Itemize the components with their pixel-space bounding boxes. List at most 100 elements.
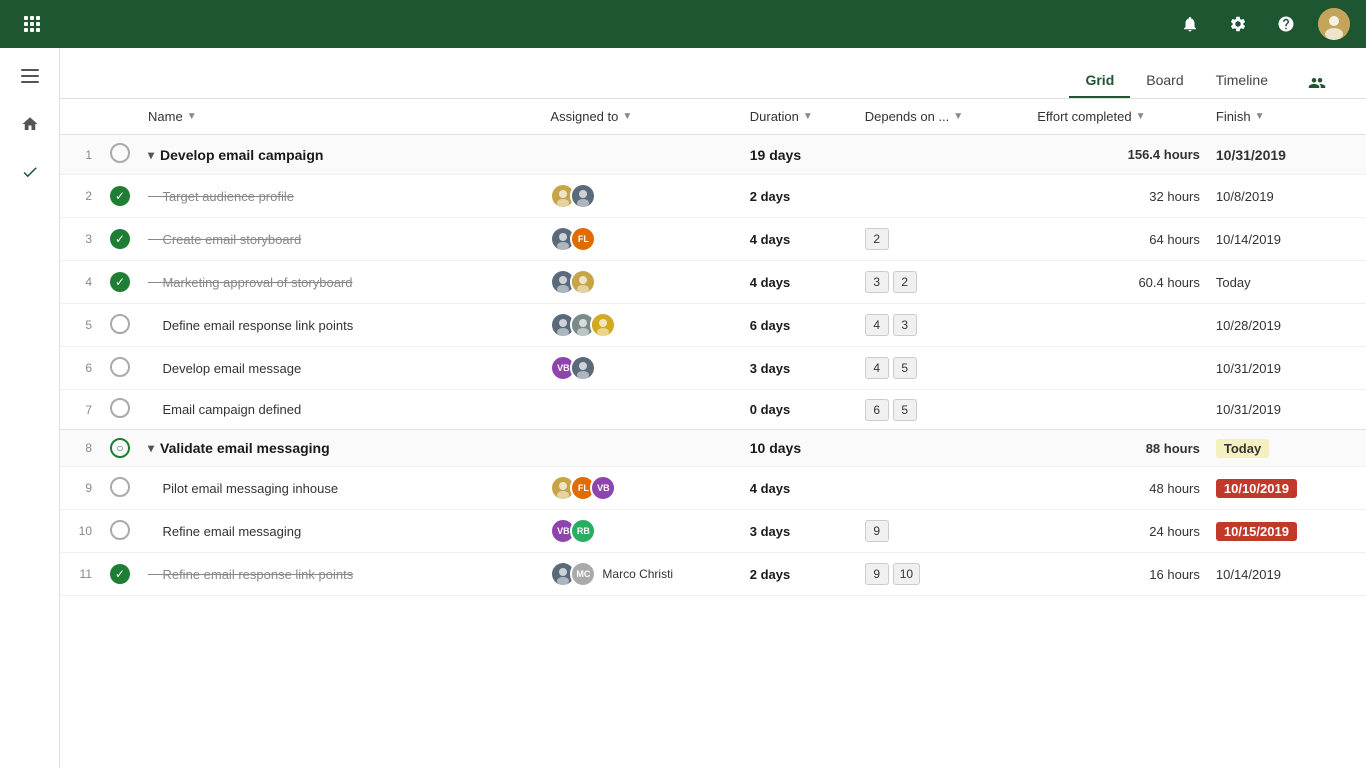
depends-badge: 10 (893, 563, 920, 585)
row-effort: 88 hours (1029, 430, 1208, 467)
view-tabs: Grid Board Timeline (1069, 64, 1284, 98)
row-finish: Today (1208, 261, 1366, 304)
row-status[interactable]: ✓ (100, 553, 140, 596)
row-name[interactable]: Create email storyboard (140, 218, 542, 261)
status-done-icon[interactable]: ✓ (110, 564, 130, 584)
group-name: ▾Validate email messaging (148, 440, 534, 456)
row-finish: 10/28/2019 (1208, 304, 1366, 347)
row-number: 4 (60, 261, 100, 304)
row-name[interactable]: Refine email response link points (140, 553, 542, 596)
row-status[interactable]: ○ (100, 430, 140, 467)
content-area: Grid Board Timeline (60, 48, 1366, 768)
settings-icon[interactable] (1222, 8, 1254, 40)
row-name[interactable]: ▾Validate email messaging (140, 430, 542, 467)
notification-icon[interactable] (1174, 8, 1206, 40)
sidebar (0, 48, 60, 768)
status-empty-icon[interactable] (110, 143, 130, 163)
row-finish: 10/10/2019 (1208, 467, 1366, 510)
effort-sort-icon[interactable]: ▼ (1136, 111, 1146, 122)
table-row[interactable]: 8○▾Validate email messaging10 days88 hou… (60, 430, 1366, 467)
depends-sort-icon[interactable]: ▼ (953, 111, 963, 122)
row-status[interactable] (100, 510, 140, 553)
row-effort: 24 hours (1029, 510, 1208, 553)
depends-badge: 5 (893, 399, 917, 421)
row-name[interactable]: ▾Develop email campaign (140, 135, 542, 175)
task-table-container: Name ▼ Assigned to ▼ Dur (60, 99, 1366, 768)
task-name: Target audience profile (148, 189, 294, 204)
status-partial-icon[interactable]: ○ (110, 438, 130, 458)
finish-overdue-badge: 10/15/2019 (1216, 522, 1297, 541)
row-name[interactable]: Target audience profile (140, 175, 542, 218)
finish-overdue-badge: 10/10/2019 (1216, 479, 1297, 498)
depends-badge: 4 (865, 314, 889, 336)
help-icon[interactable] (1270, 8, 1302, 40)
status-done-icon[interactable]: ✓ (110, 272, 130, 292)
row-depends: 910 (857, 553, 1029, 596)
name-sort-icon[interactable]: ▼ (187, 111, 197, 122)
row-status[interactable] (100, 135, 140, 175)
row-status[interactable]: ✓ (100, 261, 140, 304)
table-row[interactable]: 7 Email campaign defined0 days6510/31/20… (60, 390, 1366, 430)
row-depends (857, 467, 1029, 510)
row-effort: 60.4 hours (1029, 261, 1208, 304)
sidebar-check-icon[interactable] (10, 152, 50, 192)
row-number: 1 (60, 135, 100, 175)
table-row[interactable]: 2✓ Target audience profile2 days32 hours… (60, 175, 1366, 218)
chevron-icon[interactable]: ▾ (148, 148, 154, 162)
row-status[interactable] (100, 390, 140, 430)
row-assigned (542, 304, 741, 347)
table-row[interactable]: 11✓ Refine email response link pointsMCM… (60, 553, 1366, 596)
row-finish: 10/31/2019 (1208, 347, 1366, 390)
row-status[interactable]: ✓ (100, 218, 140, 261)
assigned-sort-icon[interactable]: ▼ (622, 111, 632, 122)
row-name[interactable]: Refine email messaging (140, 510, 542, 553)
status-done-icon[interactable]: ✓ (110, 229, 130, 249)
apps-icon[interactable] (16, 8, 48, 40)
row-name[interactable]: Develop email message (140, 347, 542, 390)
status-empty-icon[interactable] (110, 357, 130, 377)
table-row[interactable]: 1▾Develop email campaign19 days156.4 hou… (60, 135, 1366, 175)
chevron-icon[interactable]: ▾ (148, 441, 154, 455)
table-row[interactable]: 3✓ Create email storyboardFL4 days264 ho… (60, 218, 1366, 261)
col-name: Name ▼ (140, 99, 542, 135)
row-number: 5 (60, 304, 100, 347)
depends-badge: 5 (893, 357, 917, 379)
tab-grid[interactable]: Grid (1069, 64, 1130, 98)
row-status[interactable]: ✓ (100, 175, 140, 218)
row-name[interactable]: Marketing approval of storyboard (140, 261, 542, 304)
table-row[interactable]: 5 Define email response link points 6 day… (60, 304, 1366, 347)
row-duration: 4 days (742, 467, 857, 510)
table-row[interactable]: 10 Refine email messagingVBRB3 days924 h… (60, 510, 1366, 553)
row-assigned: VBRB (542, 510, 741, 553)
duration-sort-icon[interactable]: ▼ (803, 111, 813, 122)
row-status[interactable] (100, 347, 140, 390)
col-finish: Finish ▼ (1208, 99, 1366, 135)
status-empty-icon[interactable] (110, 477, 130, 497)
row-number: 9 (60, 467, 100, 510)
sidebar-home-icon[interactable] (10, 104, 50, 144)
table-row[interactable]: 6 Develop email messageVB3 days4510/31/2… (60, 347, 1366, 390)
status-empty-icon[interactable] (110, 314, 130, 334)
row-status[interactable] (100, 467, 140, 510)
tab-board[interactable]: Board (1130, 64, 1199, 98)
row-name[interactable]: Pilot email messaging inhouse (140, 467, 542, 510)
table-row[interactable]: 4✓ Marketing approval of storyboard4 day… (60, 261, 1366, 304)
col-num (60, 99, 100, 135)
row-effort: 156.4 hours (1029, 135, 1208, 175)
row-duration: 6 days (742, 304, 857, 347)
table-row[interactable]: 9 Pilot email messaging inhouseFLVB4 day… (60, 467, 1366, 510)
sidebar-menu-icon[interactable] (10, 56, 50, 96)
finish-sort-icon[interactable]: ▼ (1255, 111, 1265, 122)
tab-timeline[interactable]: Timeline (1200, 64, 1284, 98)
row-finish: 10/14/2019 (1208, 553, 1366, 596)
status-done-icon[interactable]: ✓ (110, 186, 130, 206)
user-avatar[interactable] (1318, 8, 1350, 40)
row-name[interactable]: Define email response link points (140, 304, 542, 347)
row-status[interactable] (100, 304, 140, 347)
task-name: Marketing approval of storyboard (148, 275, 353, 290)
status-empty-icon[interactable] (110, 398, 130, 418)
status-empty-icon[interactable] (110, 520, 130, 540)
group-members[interactable] (1308, 74, 1342, 88)
row-name[interactable]: Email campaign defined (140, 390, 542, 430)
row-finish: 10/14/2019 (1208, 218, 1366, 261)
